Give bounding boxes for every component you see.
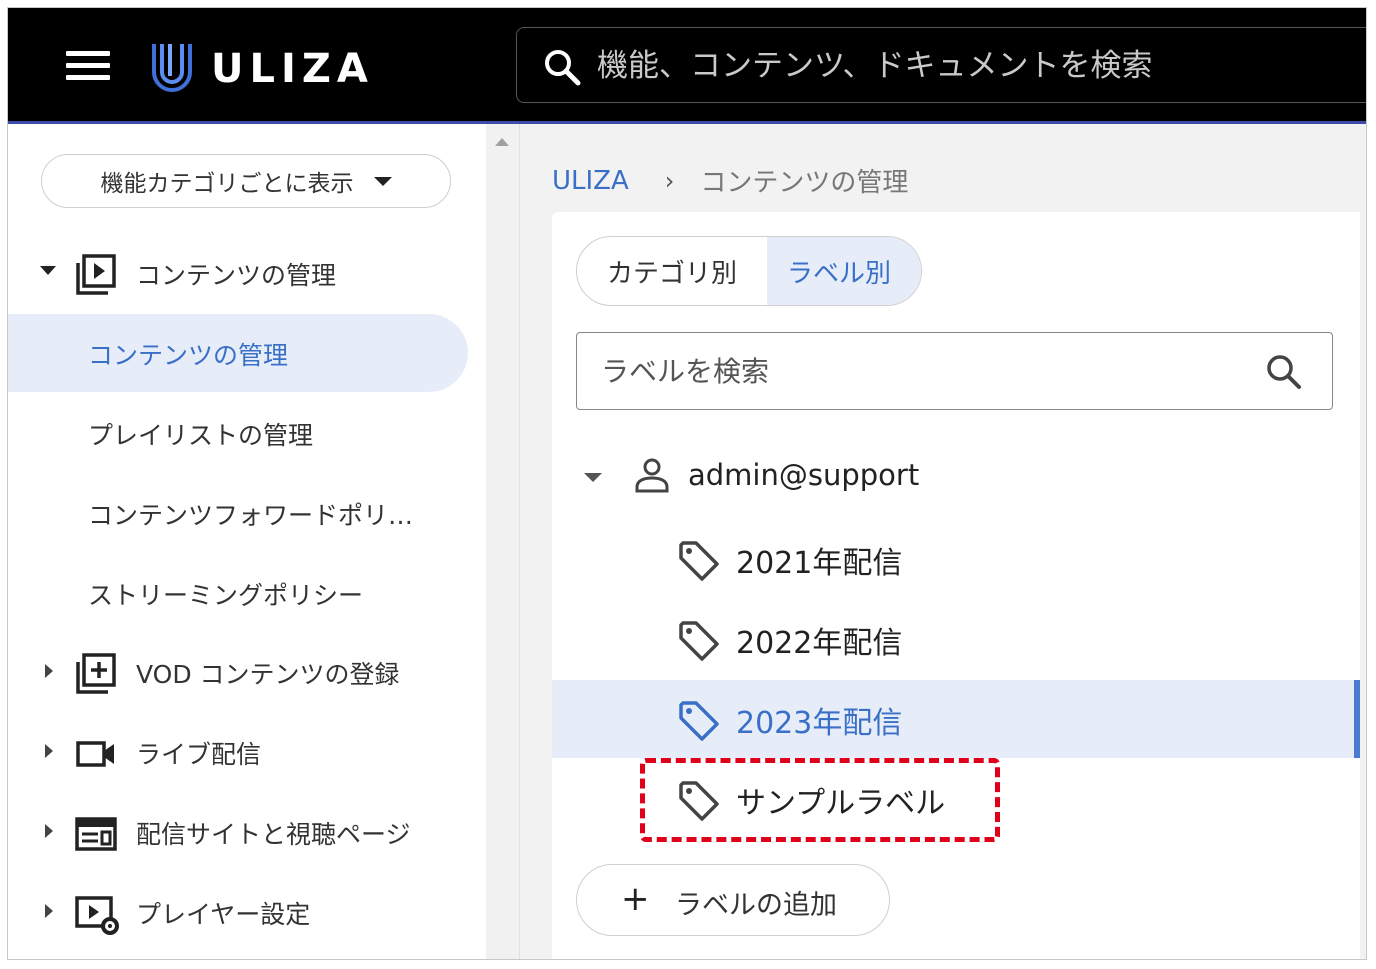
nav-group-label: 配信サイトと視聴ページ [136,820,411,849]
nav-group-label: プレイヤー設定 [136,900,311,929]
label-name: 2021年配信 [736,546,903,581]
expand-caret-icon [45,904,53,918]
label-name: 2023年配信 [736,706,903,741]
uliza-logo-icon [152,44,192,92]
label-item-2022[interactable]: 2022年配信 [552,600,1360,678]
expand-caret-icon [45,744,53,758]
labels-panel: カテゴリ別 ラベル別 admin@support [552,212,1360,959]
nav-group-label: ライブ配信 [136,740,262,769]
sidebar: 機能カテゴリごとに表示 コンテンツの管理 コンテンツの管理 プレイリストの管理 … [8,124,486,959]
sidebar-item-content-management[interactable]: コンテンツの管理 [8,314,468,392]
sidebar-item-label: プレイリストの管理 [88,421,314,450]
sidebar-item-content-forward-policy[interactable]: コンテンツフォワードポリ… [8,474,468,552]
category-view-button[interactable]: 機能カテゴリごとに表示 [41,154,451,208]
sidebar-item-playlist-management[interactable]: プレイリストの管理 [8,394,468,472]
add-label-text: ラベルの追加 [675,890,837,921]
nav-group-label: VOD コンテンツの登録 [136,660,400,689]
sidebar-item-label: ストリーミングポリシー [88,581,364,610]
scroll-up-arrow-icon[interactable] [495,138,509,146]
plus-icon: + [621,879,650,919]
breadcrumb-current: コンテンツの管理 [700,168,909,198]
label-search-field[interactable] [576,332,1333,410]
breadcrumb: ULIZA › コンテンツの管理 [552,162,908,199]
sidebar-item-streaming-policy[interactable]: ストリーミングポリシー [8,554,468,632]
nav-group-label: コンテンツの管理 [136,261,337,290]
nav-group-distribution-site[interactable]: 配信サイトと視聴ページ [8,801,486,861]
search-icon[interactable] [1265,353,1303,391]
category-view-label: 機能カテゴリごとに表示 [100,171,354,197]
sidebar-item-label: コンテンツの管理 [88,341,289,370]
label-item-2023-selected[interactable]: 2023年配信 [552,680,1360,758]
global-search[interactable] [516,27,1366,103]
sidebar-item-label: コンテンツフォワードポリ… [88,501,414,530]
collapse-caret-icon[interactable] [584,473,602,482]
tab-by-label[interactable]: ラベル別 [767,237,922,305]
user-icon [635,458,669,493]
label-search-input[interactable] [599,349,1243,393]
view-toggle: カテゴリ別 ラベル別 [576,236,923,306]
play-library-icon [76,254,116,295]
add-library-icon [76,653,116,694]
main-content: ULIZA › コンテンツの管理 カテゴリ別 ラベル別 ラベルを検索 admin… [520,124,1366,959]
search-icon [545,50,581,86]
chevron-down-icon [373,176,392,186]
label-name: 2022年配信 [736,626,903,661]
video-camera-icon [76,741,114,767]
nav-group-vod-registration[interactable]: VOD コンテンツの登録 [8,641,486,701]
highlight-annotation-box [640,758,1000,842]
nav-group-content-management[interactable]: コンテンツの管理 [8,242,486,302]
tag-icon [679,621,719,661]
label-item-2021[interactable]: 2021年配信 [552,520,1360,598]
expand-caret-icon [40,266,56,275]
brand-name: ULIZA [211,46,374,92]
tag-icon [679,541,719,581]
menu-icon[interactable] [66,51,110,85]
sidebar-scrollbar[interactable] [486,124,520,959]
breadcrumb-separator-icon: › [664,166,675,195]
tag-icon [679,701,719,741]
web-layout-icon [75,817,117,851]
nav-group-live[interactable]: ライブ配信 [8,721,486,781]
app-window: ULIZA 機能カテゴリごとに表示 コンテンツの管理 コンテンツの管理 [7,7,1367,960]
global-search-input[interactable] [595,42,1339,90]
expand-caret-icon [45,824,53,838]
breadcrumb-home-link[interactable]: ULIZA [552,166,629,196]
owner-name: admin@support [688,458,920,492]
owner-node[interactable]: admin@support [552,446,1360,506]
tab-by-category[interactable]: カテゴリ別 [577,237,767,305]
nav-group-player-settings[interactable]: プレイヤー設定 [8,881,486,941]
top-bar: ULIZA [8,8,1366,124]
add-label-button[interactable]: + ラベルの追加 [576,864,890,936]
expand-caret-icon [45,664,53,678]
player-settings-icon [75,896,119,935]
